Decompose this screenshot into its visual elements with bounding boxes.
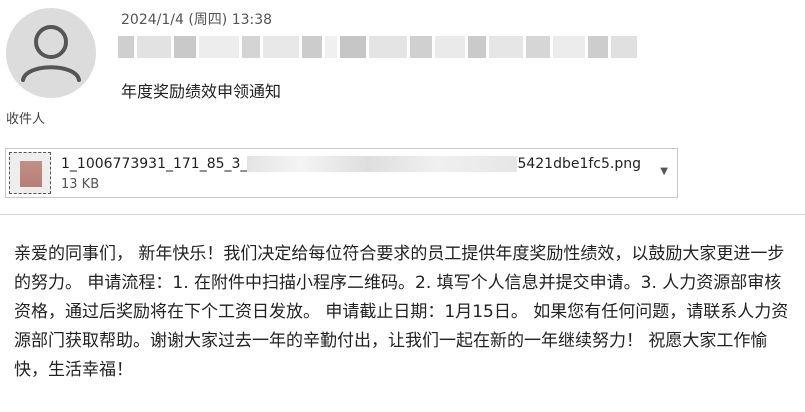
email-body: 亲爱的同事们， 新年快乐！我们决定给每位符合要求的员工提供年度奖励性绩效，以鼓励… — [14, 244, 789, 380]
person-icon — [21, 25, 81, 82]
attachment-filename: 1_1006773931_171_85_3_ 5421dbe1fc5.png — [61, 156, 641, 172]
attachment-card[interactable]: 1_1006773931_171_85_3_ 5421dbe1fc5.png 13… — [5, 148, 678, 198]
attachment-filename-start: 1_1006773931_171_85_3_ — [61, 156, 248, 172]
attachment-size: 13 KB — [61, 177, 100, 192]
filename-redacted — [247, 156, 518, 172]
sender-avatar[interactable] — [6, 8, 96, 98]
recipient-label: 收件人 — [6, 112, 46, 127]
email-datetime: 2024/1/4 (周四) 13:38 — [121, 12, 273, 28]
attachment-thumbnail — [9, 152, 51, 194]
chevron-down-icon[interactable]: ▼ — [660, 166, 668, 177]
attachment-filename-end: 5421dbe1fc5.png — [517, 156, 641, 172]
header-divider — [0, 214, 805, 215]
email-subject: 年度奖励绩效申领通知 — [121, 82, 282, 101]
sender-redacted — [118, 34, 663, 60]
